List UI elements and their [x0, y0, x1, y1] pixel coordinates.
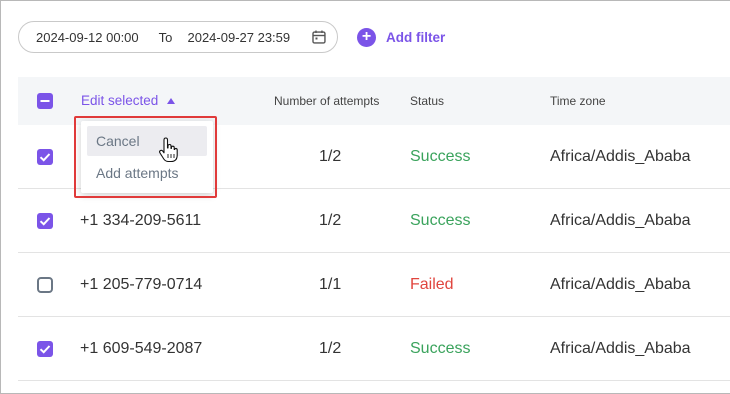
date-range-picker[interactable]: 2024-09-12 00:00 To 2024-09-27 23:59 — [18, 21, 338, 53]
status-value: Success — [410, 340, 471, 357]
timezone-value: Africa/Addis_Ababa — [550, 276, 691, 293]
status-value: Success — [410, 148, 471, 165]
calendar-icon[interactable] — [311, 29, 327, 45]
add-filter-label: Add filter — [386, 29, 446, 45]
header-status[interactable]: Status — [410, 77, 444, 125]
table-row: +1 205-779-0714 1/1 Failed Africa/Addis_… — [18, 253, 730, 317]
timezone-value: Africa/Addis_Ababa — [550, 212, 691, 229]
plus-icon: + — [357, 27, 376, 47]
table-row: +1 609-549-2087 1/2 Success Africa/Addis… — [18, 317, 730, 381]
add-filter-button[interactable]: + Add filter — [357, 27, 445, 47]
timezone-value: Africa/Addis_Ababa — [550, 148, 691, 165]
timezone-value: Africa/Addis_Ababa — [550, 340, 691, 357]
status-value: Failed — [410, 276, 454, 293]
row-checkbox[interactable] — [37, 277, 53, 293]
table-row: +1 334-209-5611 1/2 Success Africa/Addis… — [18, 189, 730, 253]
row-checkbox[interactable] — [37, 213, 53, 229]
hand-pointer-icon — [159, 137, 178, 163]
attempts-value: 1/2 — [319, 148, 342, 165]
phone-number: +1 205-779-0714 — [80, 276, 203, 293]
status-value: Success — [410, 212, 471, 229]
caret-up-icon — [167, 98, 176, 104]
row-checkbox[interactable] — [37, 341, 53, 357]
row-checkbox[interactable] — [37, 149, 53, 165]
date-to[interactable]: 2024-09-27 23:59 — [187, 30, 311, 45]
select-all-checkbox[interactable] — [37, 93, 53, 109]
attempts-value: 1/2 — [319, 340, 342, 357]
phone-number: +1 609-549-2087 — [80, 340, 203, 357]
attempts-value: 1/2 — [319, 212, 342, 229]
header-attempts[interactable]: Number of attempts — [274, 77, 379, 125]
date-to-label: To — [158, 29, 173, 45]
highlight-annotation — [74, 116, 217, 198]
header-timezone[interactable]: Time zone — [550, 77, 606, 125]
attempts-value: 1/1 — [319, 276, 342, 293]
phone-number: +1 334-209-5611 — [80, 212, 202, 229]
date-from[interactable]: 2024-09-12 00:00 — [36, 30, 159, 45]
